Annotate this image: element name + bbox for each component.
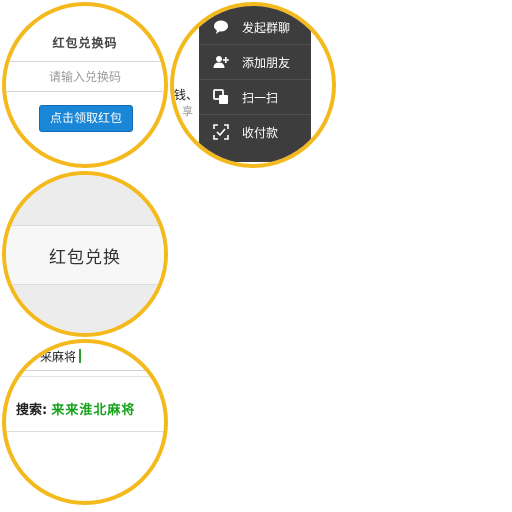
menu-item-label: 扫一扫 [242,90,279,105]
redeem-entry-title: 红包兑换 [49,248,121,268]
search-result-label: 搜索: [16,403,48,418]
menu-item-label: 添加朋友 [242,55,291,70]
search-divider [6,376,164,377]
search-suggestion[interactable]: 搜索: 来来淮北麻将 [16,399,135,418]
redeem-code-input[interactable] [6,62,164,92]
plus-dropdown-menu: 发起群聊 添加朋友 扫一扫 收付款 [199,6,311,162]
menu-item-label: 收付款 [242,125,279,140]
scan-icon [213,89,229,105]
claim-red-packet-button[interactable]: 点击领取红包 [39,105,133,132]
popup-menu-callout: 钱、安 享 发起群聊 添加朋友 扫一扫 收付款 [170,2,336,168]
search-result-term: 来来淮北麻将 [51,403,136,418]
result-divider [6,431,164,432]
search-bar[interactable] [6,343,164,369]
text-cursor [79,349,82,363]
background-subtext: 享 [182,105,193,118]
menu-item-label: 发起群聊 [242,20,291,35]
search-query-text: 来麻将 [40,350,77,364]
search-callout: 来麻将 搜索: 来来淮北麻将 [2,339,168,505]
redeem-code-callout: 红包兑换码 点击领取红包 [2,2,168,168]
chat-bubble-icon [213,19,229,35]
menu-item-add-friend[interactable]: 添加朋友 [199,45,311,79]
menu-item-scan[interactable]: 扫一扫 [199,80,311,114]
menu-item-payment[interactable]: 收付款 [199,115,311,149]
search-input[interactable]: 来麻将 [40,348,82,365]
add-user-icon [213,54,229,70]
search-divider [6,370,164,371]
redeem-form-title: 红包兑换码 [52,36,118,50]
payment-scan-icon [213,124,229,140]
menu-item-group-chat[interactable]: 发起群聊 [199,10,311,44]
redeem-header-callout: 红包兑换 [2,171,168,337]
